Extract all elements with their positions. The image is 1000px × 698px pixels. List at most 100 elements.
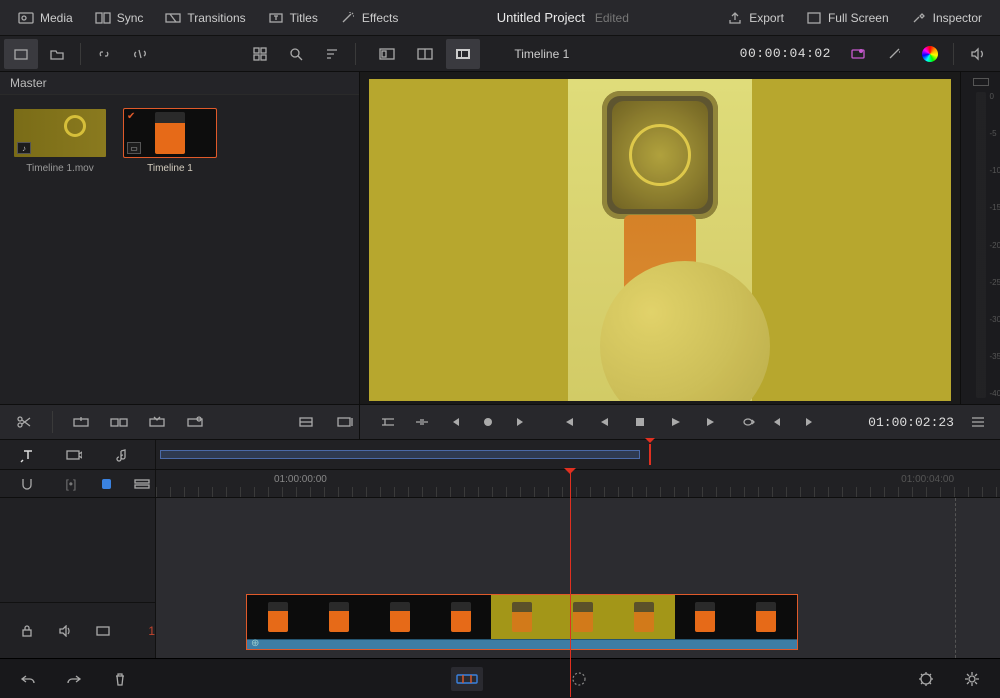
insert-clip-button[interactable] <box>67 409 95 435</box>
redo-button[interactable] <box>60 666 88 692</box>
menu-titles[interactable]: Titles <box>258 5 328 31</box>
trim-mode-button[interactable] <box>374 409 402 435</box>
loop-button[interactable] <box>734 409 762 435</box>
check-icon: ✔ <box>127 111 135 122</box>
bottom-bar <box>0 658 1000 698</box>
center-mark-button[interactable] <box>474 409 502 435</box>
transport-menu-button[interactable] <box>964 409 992 435</box>
view-mode-2-button[interactable] <box>408 39 442 69</box>
ripple-button[interactable] <box>293 409 321 435</box>
ruler-start-time: 01:00:00:00 <box>274 474 327 485</box>
project-settings-button[interactable] <box>912 666 940 692</box>
dynamic-trim-button[interactable] <box>408 409 436 435</box>
overview-scrollbar[interactable] <box>160 448 988 461</box>
lock-track-button[interactable] <box>14 618 40 644</box>
fit-clip-button[interactable] <box>181 409 209 435</box>
transport-timecode[interactable]: 01:00:02:23 <box>844 405 964 439</box>
overview-range[interactable] <box>160 450 640 459</box>
skip-back-button[interactable] <box>762 409 790 435</box>
viewer-timecode[interactable]: 00:00:04:02 <box>740 46 841 61</box>
undo-button[interactable] <box>14 666 42 692</box>
menu-transitions[interactable]: Transitions <box>155 5 255 31</box>
meter-bars: 0-5-10-15-20-25-30-35-40 <box>976 92 986 398</box>
bin-label[interactable]: Master <box>0 72 359 95</box>
audio-only-button[interactable] <box>106 442 134 468</box>
clip-item[interactable]: ♪ Timeline 1.mov <box>14 109 106 174</box>
overview-playhead[interactable] <box>649 444 651 465</box>
speaker-button[interactable] <box>960 39 994 69</box>
grid-view-button[interactable] <box>243 39 277 69</box>
viewer-frame <box>369 79 951 401</box>
project-title: Untitled Project <box>497 10 585 25</box>
view-mode-3-button[interactable] <box>446 39 480 69</box>
overwrite-clip-button[interactable] <box>105 409 133 435</box>
menu-effects-label: Effects <box>362 11 398 25</box>
clip-name: Timeline 1 <box>124 163 216 174</box>
first-frame-button[interactable] <box>554 409 582 435</box>
replace-clip-button[interactable] <box>143 409 171 435</box>
menu-sync[interactable]: Sync <box>85 5 154 31</box>
viewer[interactable] <box>360 72 960 404</box>
prev-edit-button[interactable] <box>442 409 470 435</box>
track-number: 1 <box>148 624 155 638</box>
timeline-ruler[interactable]: 01:00:00:00 01:00:04:00 <box>156 470 1000 497</box>
audio-meter: 0-5-10-15-20-25-30-35-40 <box>960 72 1000 404</box>
snap-button[interactable] <box>14 471 40 497</box>
view-mode-1-button[interactable] <box>370 39 404 69</box>
clip-item-selected[interactable]: ✔ ▭ Timeline 1 <box>124 109 216 174</box>
next-edit-button[interactable] <box>506 409 534 435</box>
color-wheel-button[interactable] <box>913 39 947 69</box>
timeline-clip[interactable] <box>246 594 798 650</box>
track-header[interactable]: 1 <box>0 602 155 658</box>
menu-fullscreen[interactable]: Full Screen <box>796 5 899 31</box>
link-button[interactable] <box>87 39 121 69</box>
video-only-button[interactable] <box>60 442 88 468</box>
text-tool-button[interactable] <box>14 442 42 468</box>
sort-button[interactable] <box>315 39 349 69</box>
menu-titles-label: Titles <box>290 11 318 25</box>
edit-page-button[interactable] <box>563 667 595 691</box>
marker-tool-button[interactable]: [•] <box>58 471 84 497</box>
clip-name: Timeline 1.mov <box>14 163 106 174</box>
flag-button[interactable] <box>102 479 111 489</box>
timeline-overview-row <box>0 440 1000 470</box>
menu-export[interactable]: Export <box>717 5 794 31</box>
last-frame-button[interactable] <box>698 409 726 435</box>
search-button[interactable] <box>279 39 313 69</box>
clip-audio-track[interactable] <box>247 639 797 649</box>
append-button[interactable] <box>331 409 359 435</box>
fx-button[interactable] <box>877 39 911 69</box>
menu-transitions-label: Transitions <box>187 11 245 25</box>
audio-badge-icon: ♪ <box>17 142 31 154</box>
inspector-icon <box>911 11 927 25</box>
unlink-button[interactable] <box>123 39 157 69</box>
play-button[interactable] <box>662 409 690 435</box>
cut-page-button[interactable] <box>451 667 483 691</box>
play-reverse-button[interactable] <box>590 409 618 435</box>
transport-bar: 01:00:02:23 <box>0 404 1000 440</box>
menu-fullscreen-label: Full Screen <box>828 11 889 25</box>
playhead[interactable] <box>570 470 571 697</box>
delete-button[interactable] <box>106 666 134 692</box>
bypass-grade-button[interactable] <box>841 39 875 69</box>
tracks-area[interactable] <box>156 498 1000 658</box>
monitor-track-button[interactable] <box>90 618 116 644</box>
import-folder-button[interactable] <box>40 39 74 69</box>
divider <box>80 43 81 65</box>
color-wheel-icon <box>922 46 938 62</box>
menu-effects[interactable]: Effects <box>330 5 408 31</box>
scissors-button[interactable] <box>10 409 38 435</box>
preferences-button[interactable] <box>958 666 986 692</box>
track-view-button[interactable] <box>129 471 155 497</box>
media-pool: Master ♪ Timeline 1.mov ✔ ▭ Timeline 1 <box>0 72 360 404</box>
skip-fwd-button[interactable] <box>796 409 824 435</box>
import-media-button[interactable] <box>4 39 38 69</box>
stop-button[interactable] <box>626 409 654 435</box>
fullscreen-icon <box>806 11 822 25</box>
mute-track-button[interactable] <box>52 618 78 644</box>
menu-inspector[interactable]: Inspector <box>901 5 992 31</box>
menu-export-label: Export <box>749 11 784 25</box>
media-pool-icon <box>18 11 34 25</box>
export-icon <box>727 11 743 25</box>
menu-media[interactable]: Media <box>8 5 83 31</box>
